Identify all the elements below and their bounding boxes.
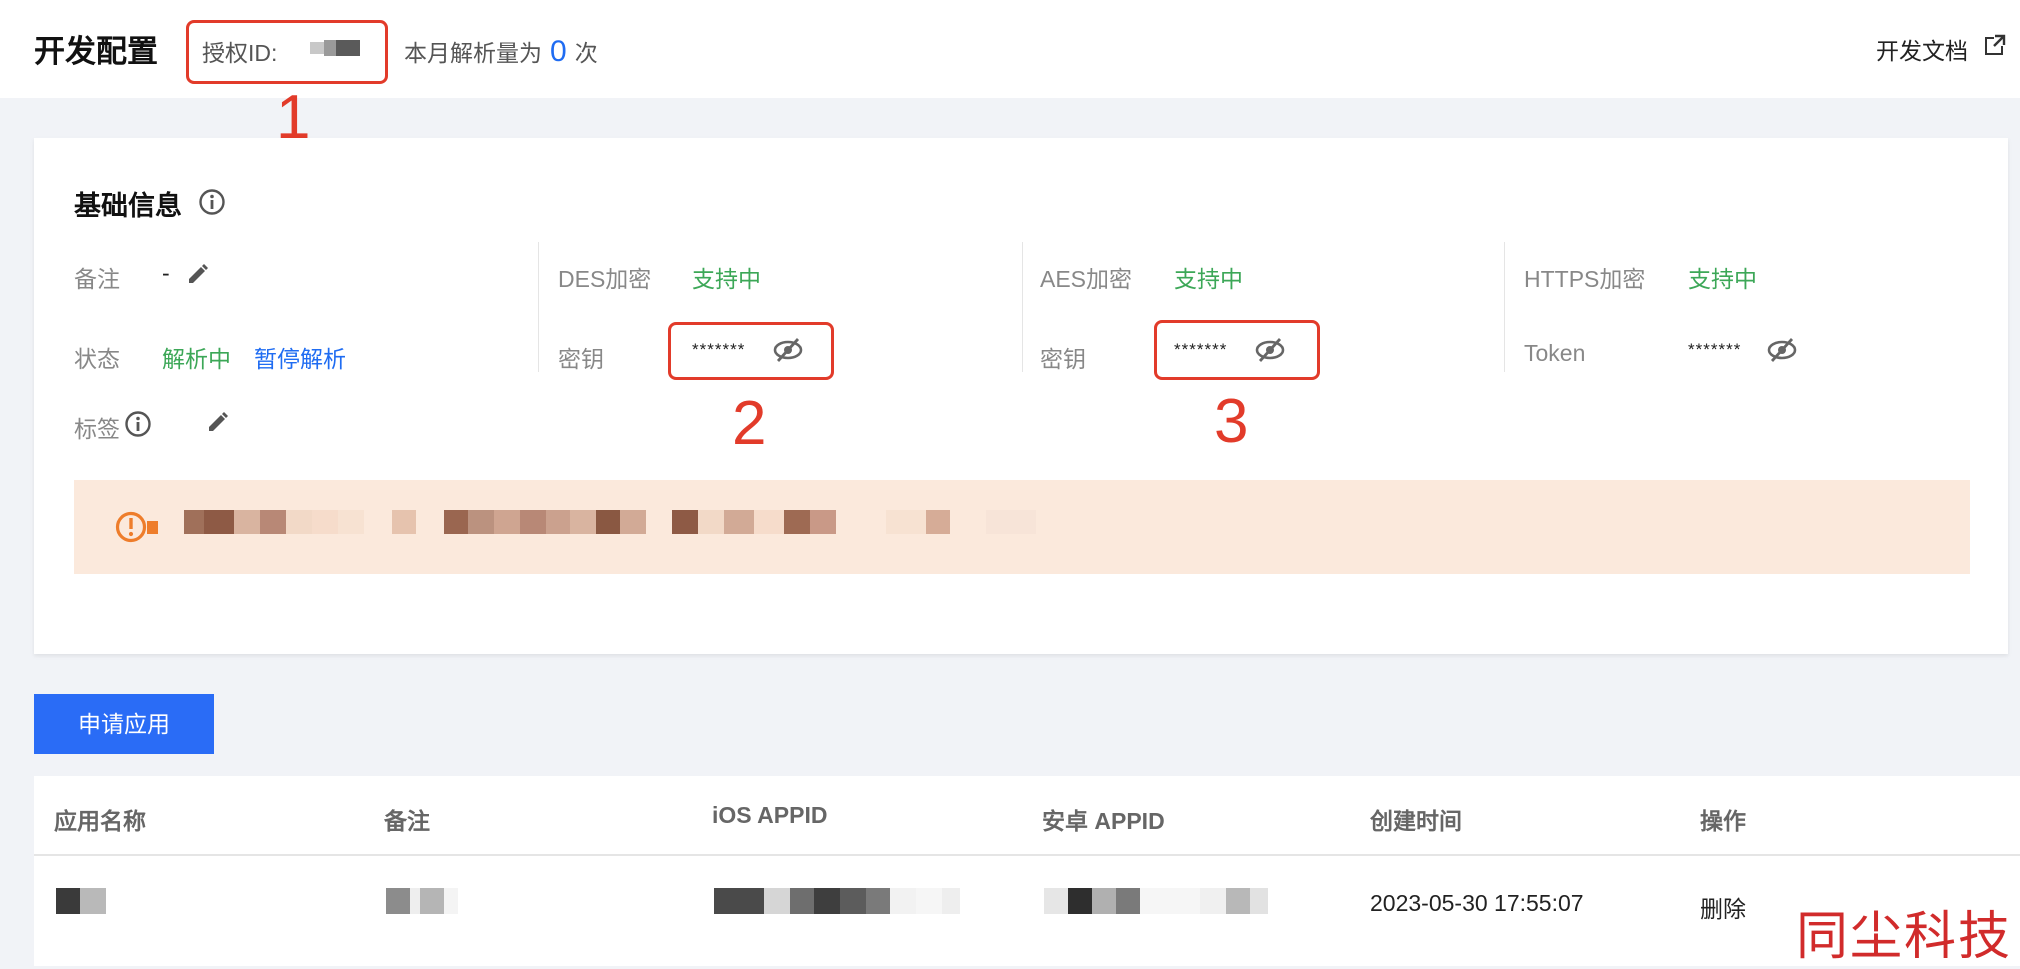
external-link-icon[interactable] <box>1984 34 2006 56</box>
table-cell-android-appid-redacted <box>1044 888 1268 914</box>
table-cell-app-name-redacted <box>56 888 106 914</box>
remark-label: 备注 <box>74 266 120 292</box>
monthly-suffix: 次 <box>574 40 598 66</box>
des-status: 支持中 <box>692 266 761 292</box>
eye-off-icon[interactable] <box>1766 336 1798 364</box>
monthly-usage: 本月解析量为 0 次 <box>404 34 598 69</box>
aes-key-label: 密钥 <box>1040 346 1086 372</box>
table-cell-created-time: 2023-05-30 17:55:07 <box>1370 890 1584 916</box>
status-value: 解析中 <box>162 346 231 372</box>
token-label: Token <box>1524 340 1586 366</box>
table-header-remark: 备注 <box>384 808 430 834</box>
edit-remark-icon[interactable] <box>186 262 210 286</box>
column-divider <box>538 242 539 372</box>
des-label: DES加密 <box>558 266 652 292</box>
https-label: HTTPS加密 <box>1524 266 1646 292</box>
table-header-created-time: 创建时间 <box>1370 808 1462 834</box>
table-header-android-appid: 安卓 APPID <box>1042 808 1165 834</box>
monthly-prefix: 本月解析量为 <box>404 40 542 66</box>
annotation-box-2 <box>668 322 834 380</box>
basic-info-title: 基础信息 <box>74 191 182 221</box>
apply-app-button[interactable]: 申请应用 <box>34 694 214 754</box>
basic-info-card <box>34 138 2008 654</box>
notice-text-redacted <box>184 510 1036 534</box>
table-header-divider <box>34 854 2020 856</box>
table-cell-remark-redacted <box>386 888 458 914</box>
monthly-count: 0 <box>550 35 567 68</box>
tag-info-icon[interactable] <box>124 410 152 438</box>
watermark-text: 同尘科技 <box>1796 907 2013 967</box>
edit-tag-icon[interactable] <box>206 410 230 434</box>
dev-doc-link[interactable]: 开发文档 <box>1876 32 1968 66</box>
https-status: 支持中 <box>1688 266 1757 292</box>
delete-app-link[interactable]: 删除 <box>1700 890 1746 924</box>
annotation-box-3 <box>1154 320 1320 380</box>
des-key-label: 密钥 <box>558 346 604 372</box>
column-divider <box>1022 242 1023 372</box>
aes-status: 支持中 <box>1174 266 1243 292</box>
remark-value: - <box>162 260 170 286</box>
aes-label: AES加密 <box>1040 266 1133 292</box>
tag-label: 标签 <box>74 416 120 442</box>
pause-resolve-link[interactable]: 暂停解析 <box>254 340 346 374</box>
info-icon[interactable] <box>198 188 226 216</box>
token-value: ******* <box>1688 340 1742 359</box>
warning-icon <box>115 511 158 543</box>
column-divider <box>1504 242 1505 372</box>
annotation-box-1 <box>186 20 388 84</box>
annotation-number-2: 2 <box>732 389 767 458</box>
annotation-number-3: 3 <box>1214 387 1249 456</box>
table-header-ios-appid: iOS APPID <box>712 802 828 828</box>
table-cell-ios-appid-redacted <box>714 888 960 914</box>
status-label: 状态 <box>74 346 120 372</box>
table-header-action: 操作 <box>1700 808 1746 834</box>
table-header-app-name: 应用名称 <box>54 808 146 834</box>
page-title: 开发配置 <box>34 34 158 69</box>
